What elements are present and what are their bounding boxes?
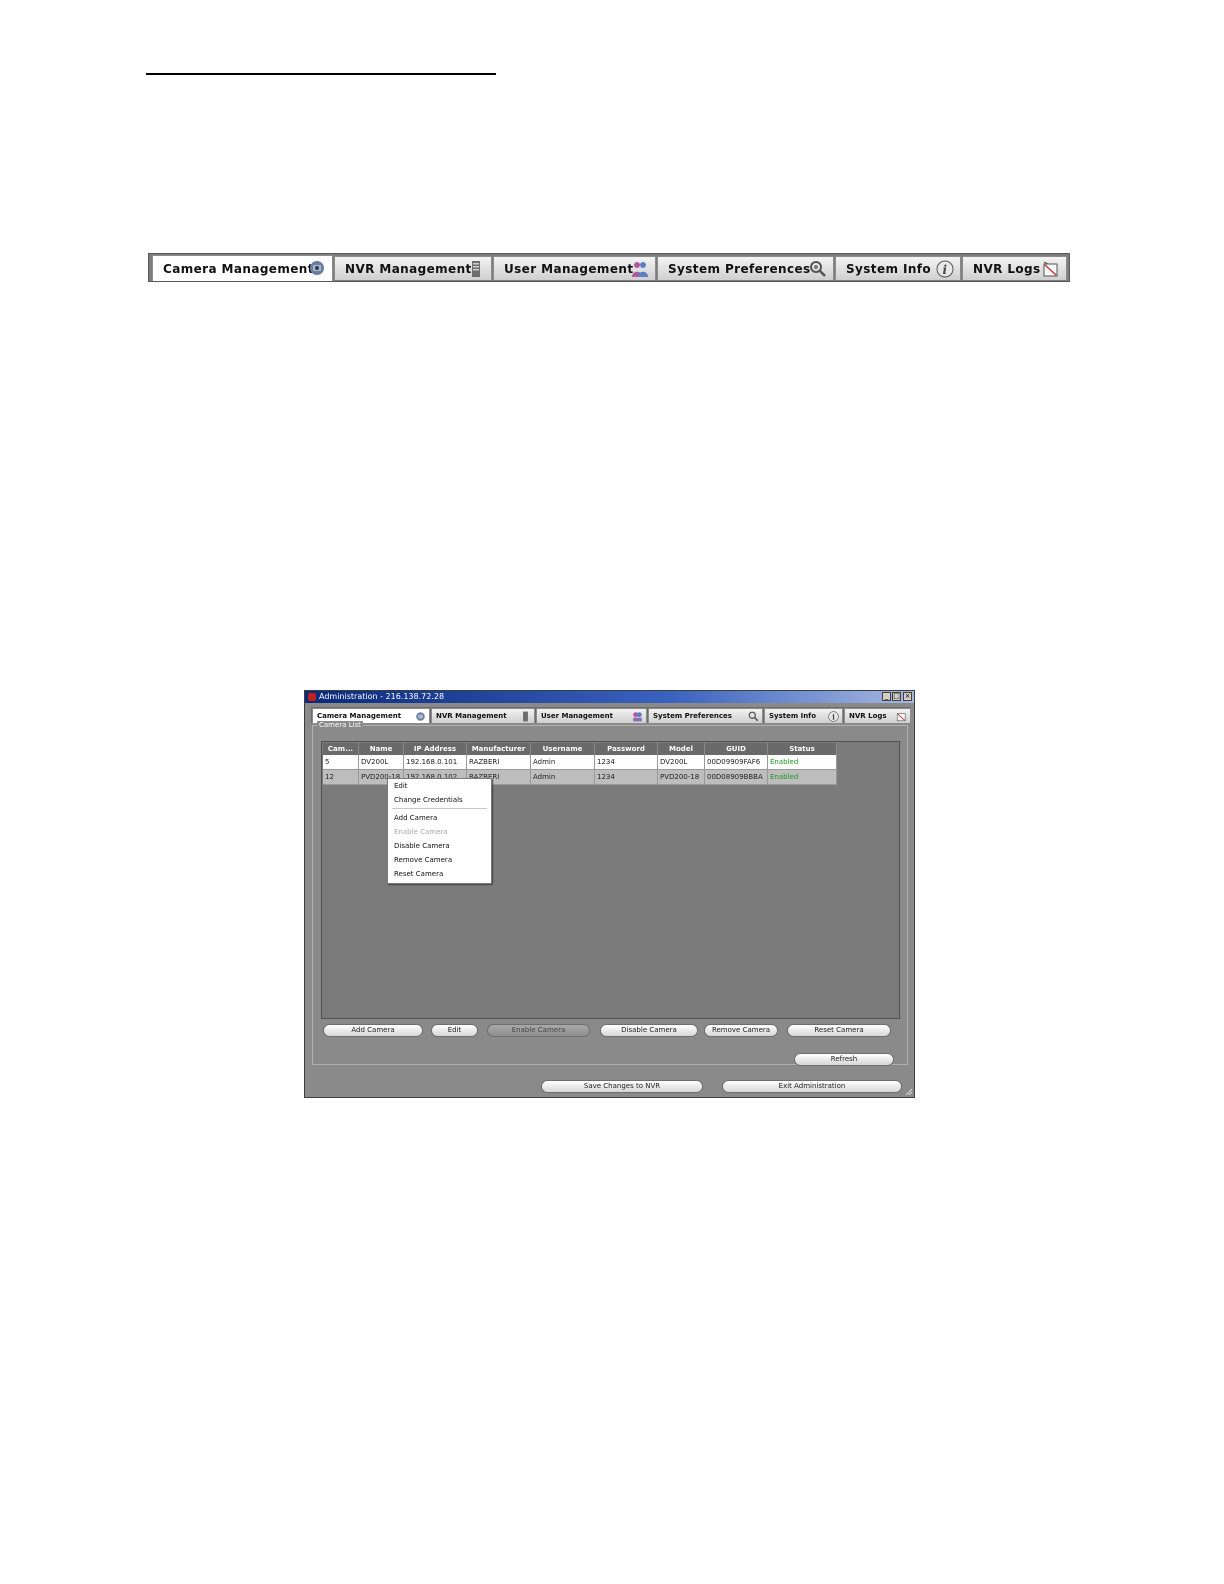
cell-camera-id: 5	[323, 755, 359, 770]
tab-system-info[interactable]: System Info i	[764, 708, 843, 723]
column-header-username[interactable]: Username	[530, 743, 595, 755]
gear-magnifier-icon	[810, 261, 826, 277]
tab-label: NVR Logs	[973, 261, 1041, 276]
gear-magnifier-icon	[748, 711, 759, 722]
tab-nvr-logs[interactable]: NVR Logs	[844, 708, 911, 723]
add-camera-button[interactable]: Add Camera	[323, 1024, 423, 1037]
tab-label: Camera Management	[163, 261, 314, 276]
svg-text:i: i	[832, 713, 835, 722]
column-header-manufacturer[interactable]: Manufacturer	[466, 743, 531, 755]
camera-icon	[310, 261, 324, 275]
column-header-ip-address[interactable]: IP Address	[403, 743, 467, 755]
window-title-bar[interactable]: Administration - 216.138.72.28 _ □ ×	[305, 691, 914, 703]
app-icon	[308, 693, 316, 701]
tab-label: NVR Management	[436, 712, 507, 720]
column-header-guid[interactable]: GUID	[704, 743, 768, 755]
tab-camera-management-large[interactable]: Camera Management	[152, 255, 333, 281]
window-tab-strip: Camera Management NVR Management User Ma…	[311, 707, 911, 723]
reset-camera-button[interactable]: Reset Camera	[787, 1024, 891, 1037]
menu-item-enable-camera: Enable Camera	[394, 828, 448, 836]
menu-item-reset-camera[interactable]: Reset Camera	[394, 869, 443, 879]
column-header-camera[interactable]: Cam...	[323, 743, 359, 755]
cell-password: 1234	[594, 755, 658, 770]
tab-label: System Info	[846, 261, 932, 276]
info-icon: i	[936, 260, 954, 278]
tab-label: System Preferences	[653, 712, 732, 720]
save-changes-button[interactable]: Save Changes to NVR	[541, 1080, 703, 1093]
tab-label: NVR Logs	[849, 712, 887, 720]
camera-list-legend: Camera List	[317, 721, 363, 730]
users-icon	[632, 262, 648, 277]
cell-username: Admin	[530, 755, 595, 770]
tab-label: Camera Management	[317, 712, 402, 720]
cell-guid: 00D09909FAF6	[704, 755, 768, 770]
column-header-name[interactable]: Name	[358, 743, 404, 755]
tab-label: System Preferences	[668, 261, 811, 276]
enable-camera-button: Enable Camera	[487, 1024, 590, 1037]
edit-button[interactable]: Edit	[431, 1024, 478, 1037]
tab-label: User Management	[541, 712, 614, 720]
tab-system-info-large[interactable]: System Info i	[835, 256, 961, 280]
top-rule	[146, 73, 496, 75]
window-title: Administration - 216.138.72.28	[319, 692, 445, 701]
tab-user-management-large[interactable]: User Management	[493, 256, 656, 280]
cell-model: PVD200-18	[657, 769, 705, 785]
menu-separator	[392, 808, 487, 809]
tab-nvr-management[interactable]: NVR Management	[431, 708, 535, 723]
column-header-model[interactable]: Model	[657, 743, 705, 755]
info-icon: i	[828, 711, 839, 722]
large-tab-strip: Camera Management NVR Management User Ma…	[148, 253, 1070, 282]
server-icon	[472, 261, 480, 277]
tab-label: System Info	[769, 712, 817, 720]
refresh-button[interactable]: Refresh	[794, 1053, 894, 1066]
camera-icon	[416, 712, 425, 721]
tab-system-preferences[interactable]: System Preferences	[648, 708, 763, 723]
cell-model: DV200L	[657, 755, 705, 770]
cell-status: Enabled	[767, 755, 837, 770]
menu-item-remove-camera[interactable]: Remove Camera	[394, 855, 452, 865]
cell-status: Enabled	[767, 769, 837, 785]
tab-nvr-management-large[interactable]: NVR Management	[334, 256, 492, 280]
menu-item-disable-camera[interactable]: Disable Camera	[394, 841, 450, 851]
tab-user-management[interactable]: User Management	[536, 708, 647, 723]
users-icon	[633, 712, 642, 722]
administration-window: Administration - 216.138.72.28 _ □ × Cam…	[304, 690, 915, 1098]
menu-item-add-camera[interactable]: Add Camera	[394, 813, 437, 823]
tab-nvr-logs-large[interactable]: NVR Logs	[962, 256, 1067, 280]
cell-username: Admin	[530, 769, 595, 785]
column-header-password[interactable]: Password	[594, 743, 658, 755]
menu-item-change-credentials[interactable]: Change Credentials	[394, 795, 463, 805]
cell-name: DV200L	[358, 755, 404, 770]
cell-manufacturer: RAZBERI	[466, 755, 531, 770]
tab-system-preferences-large[interactable]: System Preferences	[657, 256, 834, 280]
exit-administration-button[interactable]: Exit Administration	[722, 1080, 902, 1093]
remove-camera-button[interactable]: Remove Camera	[704, 1024, 778, 1037]
tab-label: NVR Management	[345, 261, 472, 276]
table-row[interactable]: 5 DV200L 192.168.0.101 RAZBERI Admin 123…	[323, 755, 837, 770]
cell-password: 1234	[594, 769, 658, 785]
svg-text:i: i	[943, 263, 948, 277]
logs-icon	[896, 713, 906, 722]
cell-guid: 00D08909BBBA	[704, 769, 768, 785]
maximize-button[interactable]: □	[892, 692, 901, 701]
menu-item-edit[interactable]: Edit	[394, 781, 408, 791]
tab-label: User Management	[504, 261, 634, 276]
minimize-button[interactable]: _	[882, 692, 891, 701]
logs-icon	[1043, 261, 1058, 277]
cell-camera-id: 12	[323, 769, 359, 785]
disable-camera-button[interactable]: Disable Camera	[600, 1024, 698, 1037]
server-icon	[523, 711, 528, 722]
cell-ip-address: 192.168.0.101	[403, 755, 467, 770]
close-button[interactable]: ×	[903, 692, 912, 701]
resize-grip-icon[interactable]	[905, 1088, 913, 1096]
context-menu: Edit Change Credentials Add Camera Enabl…	[387, 778, 492, 884]
column-header-status[interactable]: Status	[767, 743, 837, 755]
